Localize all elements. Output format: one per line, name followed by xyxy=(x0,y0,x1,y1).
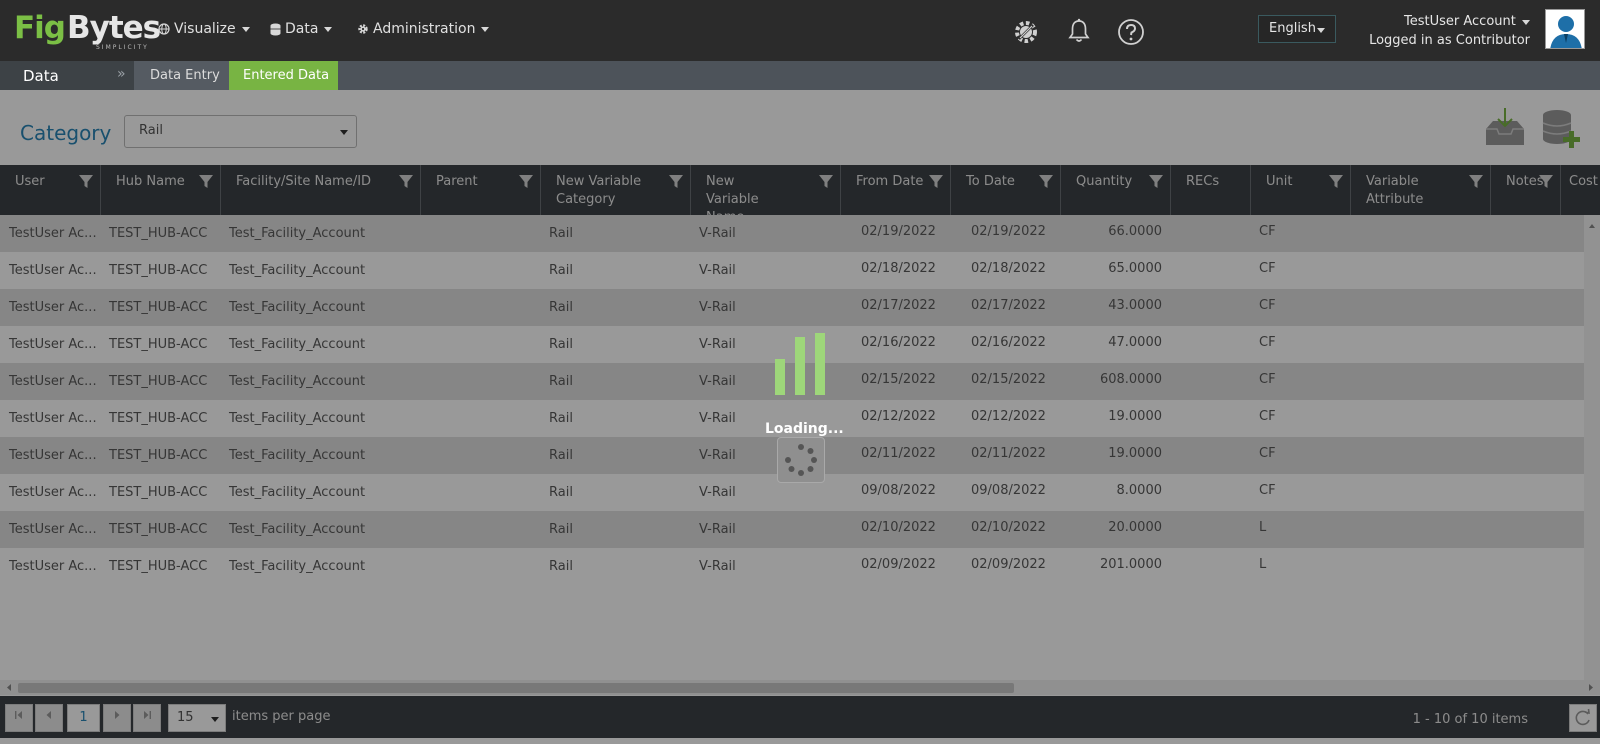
gear-icon xyxy=(358,24,368,34)
chevron-down-icon xyxy=(481,26,490,32)
user-silhouette-icon xyxy=(1546,10,1584,48)
loading-indicator: Loading... xyxy=(760,333,844,483)
loading-bar xyxy=(795,337,805,395)
nav-visualize[interactable]: Visualize xyxy=(158,21,250,37)
nav-visualize-label: Visualize xyxy=(174,21,236,37)
account-name: TestUser Account xyxy=(1404,14,1516,29)
loading-bar xyxy=(775,359,785,395)
tab-data-entry[interactable]: Data Entry xyxy=(134,61,229,90)
chevron-down-icon xyxy=(1317,28,1325,33)
logo-part1: Fig xyxy=(14,10,66,46)
sub-navbar: Data » Data Entry Entered Data xyxy=(0,61,1600,90)
logo-tagline: SIMPLICITY xyxy=(96,44,149,51)
top-navbar: Fig Bytes SIMPLICITY Visualize Data Admi… xyxy=(0,0,1600,61)
tab-entered-data[interactable]: Entered Data xyxy=(229,61,338,90)
spinner-icon xyxy=(785,444,817,476)
loading-bar xyxy=(815,333,825,395)
account-menu[interactable]: TestUser Account Logged in as Contributo… xyxy=(1369,12,1530,50)
nav-administration-label: Administration xyxy=(373,21,476,37)
loading-text: Loading... xyxy=(765,421,844,437)
tools-gear-icon[interactable] xyxy=(1013,19,1039,45)
language-select[interactable]: English xyxy=(1258,15,1336,43)
spinner xyxy=(777,437,825,483)
avatar[interactable] xyxy=(1545,9,1585,49)
chevron-down-icon xyxy=(241,26,250,32)
account-role: Logged in as Contributor xyxy=(1369,33,1530,48)
nav-administration[interactable]: Administration xyxy=(357,21,490,37)
help-icon[interactable] xyxy=(1117,18,1145,46)
nav-data[interactable]: Data xyxy=(270,21,333,37)
chevron-down-icon xyxy=(1522,20,1530,25)
section-title: Data xyxy=(0,61,134,90)
logo-part2: Bytes xyxy=(67,10,161,46)
nav-data-label: Data xyxy=(285,21,319,37)
language-value: English xyxy=(1269,21,1316,36)
database-icon xyxy=(270,23,281,35)
chevron-down-icon xyxy=(324,26,333,32)
double-chevron-icon[interactable]: » xyxy=(117,66,126,82)
globe-icon xyxy=(158,23,170,35)
bell-icon[interactable] xyxy=(1067,18,1091,44)
